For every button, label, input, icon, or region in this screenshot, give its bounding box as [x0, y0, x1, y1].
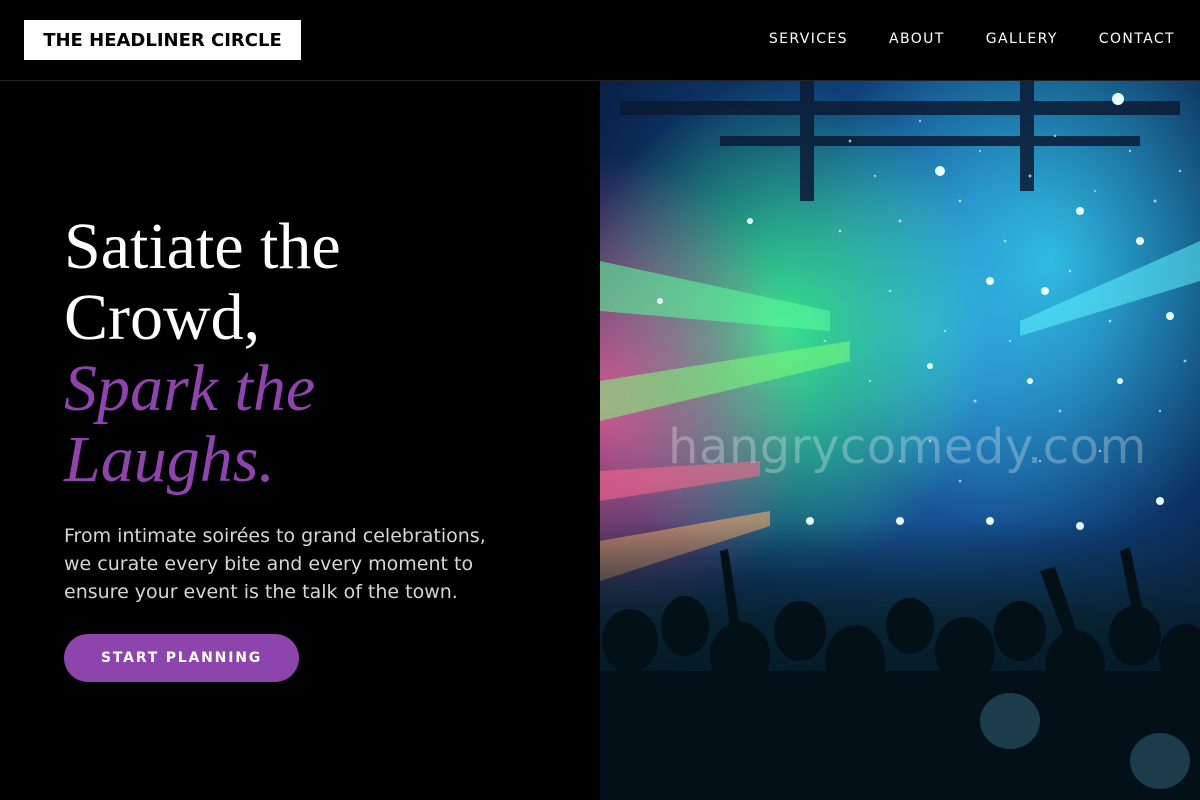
hero-subtext: From intimate soirées to grand celebrati…: [64, 522, 534, 606]
main-nav: SERVICES ABOUT GALLERY CONTACT: [769, 29, 1175, 49]
brand-logo[interactable]: THE HEADLINER CIRCLE: [24, 20, 301, 60]
subtext-line: From intimate soirées to grand celebrati…: [64, 525, 486, 547]
watermark-text: hangrycomedy.com: [668, 419, 1147, 475]
subtext-line: ensure your event is the talk of the tow…: [64, 581, 458, 603]
site-header: THE HEADLINER CIRCLE SERVICES ABOUT GALL…: [0, 0, 1200, 81]
nav-link-contact[interactable]: CONTACT: [1099, 31, 1175, 47]
nav-link-about[interactable]: ABOUT: [889, 31, 945, 47]
headline-accent-line-1: Spark the: [64, 352, 316, 425]
hero-text-panel: Satiate the Crowd, Spark the Laughs. Fro…: [0, 81, 600, 800]
headline-line-1: Satiate the: [64, 210, 341, 283]
headline-line-2: Crowd,: [64, 281, 261, 354]
start-planning-button[interactable]: START PLANNING: [64, 634, 299, 682]
headline-accent-line-2: Laughs.: [64, 423, 275, 496]
nav-link-gallery[interactable]: GALLERY: [986, 31, 1058, 47]
hero-image: hangrycomedy.com: [600, 81, 1200, 800]
subtext-line: we curate every bite and every moment to: [64, 553, 474, 575]
hero-headline: Satiate the Crowd, Spark the Laughs.: [64, 211, 564, 495]
nav-link-services[interactable]: SERVICES: [769, 31, 848, 47]
